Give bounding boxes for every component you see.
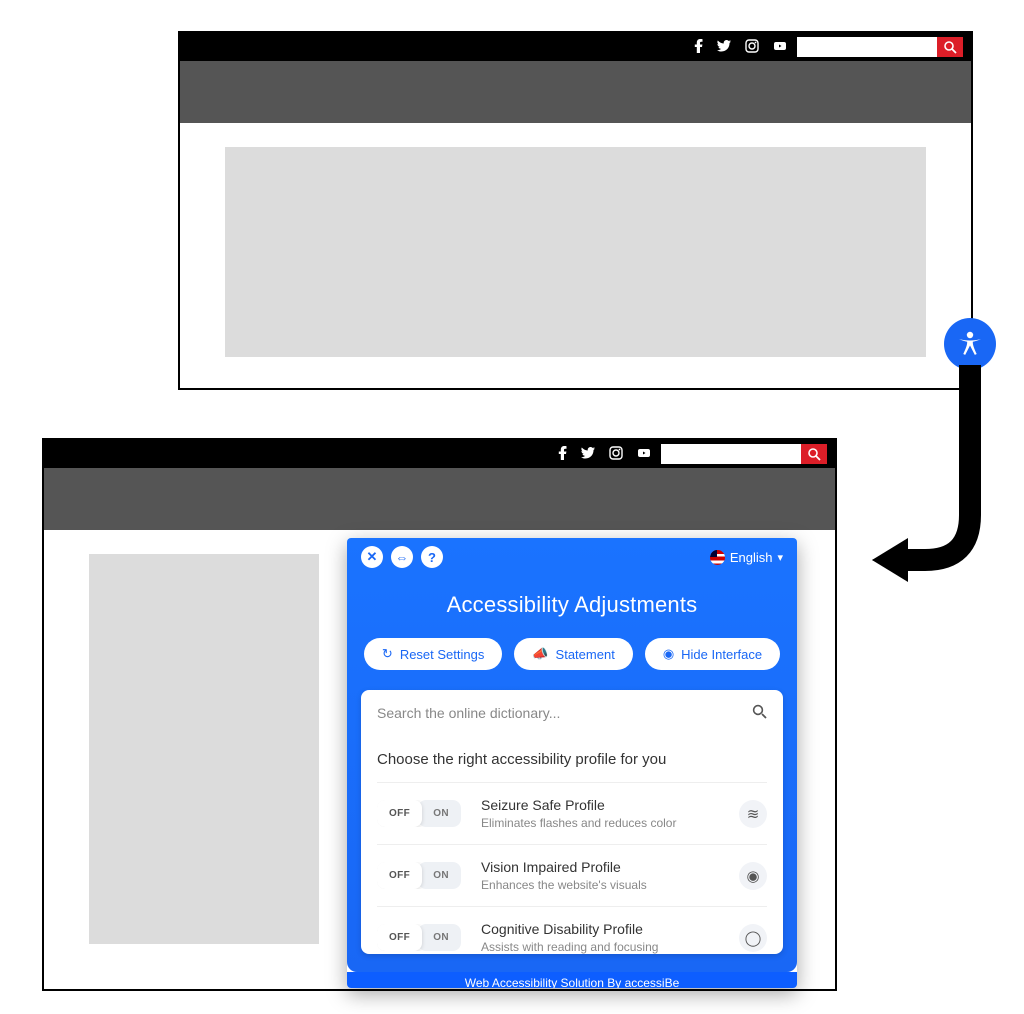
instagram-icon[interactable] <box>609 446 623 463</box>
waves-icon: ≋ <box>739 800 767 828</box>
instagram-icon[interactable] <box>745 39 759 56</box>
search-button[interactable] <box>801 444 827 464</box>
panel-header: ✕ ⇔ ? English ▾ Accessibility Adjustment… <box>347 538 797 972</box>
resize-icon: ⇔ <box>396 550 409 565</box>
toggle-vision[interactable]: OFF ON <box>377 862 461 889</box>
toggle-off: OFF <box>377 800 422 827</box>
toggle-off: OFF <box>377 862 422 889</box>
toggle-on: ON <box>418 924 461 951</box>
reset-settings-button[interactable]: ↻ Reset Settings <box>364 638 502 670</box>
dictionary-search-placeholder: Search the online dictionary... <box>377 705 560 721</box>
twitter-icon[interactable] <box>717 39 731 55</box>
toggle-off: OFF <box>377 924 422 951</box>
toggle-seizure[interactable]: OFF ON <box>377 800 461 827</box>
profiles-heading: Choose the right accessibility profile f… <box>377 737 767 782</box>
close-icon: ✕ <box>367 549 378 565</box>
refresh-icon: ↻ <box>382 646 393 662</box>
nav-bar <box>44 468 835 530</box>
dictionary-search[interactable]: Search the online dictionary... <box>377 704 767 737</box>
twitter-icon[interactable] <box>581 446 595 462</box>
search-icon <box>808 448 821 461</box>
statement-label: Statement <box>556 647 615 662</box>
toggle-cognitive[interactable]: OFF ON <box>377 924 461 951</box>
toggle-on: ON <box>418 800 461 827</box>
flag-us-icon <box>710 550 725 565</box>
search-bar <box>661 444 827 464</box>
search-input[interactable] <box>661 444 801 464</box>
toggle-on: ON <box>418 862 461 889</box>
facebook-icon[interactable] <box>694 39 703 56</box>
profile-desc: Enhances the website's visuals <box>481 878 647 892</box>
nav-bar <box>180 61 971 123</box>
profile-row-seizure: OFF ON Seizure Safe Profile Eliminates f… <box>377 782 767 844</box>
browser-window-before <box>178 31 973 390</box>
facebook-icon[interactable] <box>558 446 567 463</box>
reset-label: Reset Settings <box>400 647 485 662</box>
help-icon: ? <box>428 550 436 565</box>
topbar <box>180 33 971 61</box>
megaphone-icon: 📣 <box>532 646 548 662</box>
language-label: English <box>730 550 773 565</box>
eye-icon: ◉ <box>739 862 767 890</box>
profile-row-cognitive: OFF ON Cognitive Disability Profile Assi… <box>377 906 767 954</box>
chat-icon: ◯ <box>739 924 767 952</box>
search-button[interactable] <box>937 37 963 57</box>
language-selector[interactable]: English ▾ <box>710 550 783 565</box>
search-bar <box>797 37 963 57</box>
eye-off-icon: ◉ <box>663 646 674 662</box>
close-button[interactable]: ✕ <box>361 546 383 568</box>
content-placeholder <box>89 554 319 944</box>
profile-title: Vision Impaired Profile <box>481 859 647 875</box>
topbar <box>44 440 835 468</box>
flow-arrow <box>860 355 1000 615</box>
panel-title: Accessibility Adjustments <box>361 592 783 618</box>
hide-label: Hide Interface <box>681 647 762 662</box>
search-icon <box>752 704 767 722</box>
content-placeholder <box>225 147 926 357</box>
profile-desc: Assists with reading and focusing <box>481 940 658 954</box>
resize-button[interactable]: ⇔ <box>391 546 413 568</box>
accessibility-panel: ✕ ⇔ ? English ▾ Accessibility Adjustment… <box>347 538 797 988</box>
panel-footer: Web Accessibility Solution By accessiBe <box>347 972 797 988</box>
content <box>180 123 971 381</box>
help-button[interactable]: ? <box>421 546 443 568</box>
social-icons <box>694 39 787 56</box>
statement-button[interactable]: 📣 Statement <box>514 638 632 670</box>
hide-interface-button[interactable]: ◉ Hide Interface <box>645 638 780 670</box>
profile-title: Seizure Safe Profile <box>481 797 676 813</box>
youtube-icon[interactable] <box>637 446 651 463</box>
profile-row-vision: OFF ON Vision Impaired Profile Enhances … <box>377 844 767 906</box>
search-icon <box>944 41 957 54</box>
youtube-icon[interactable] <box>773 39 787 56</box>
search-input[interactable] <box>797 37 937 57</box>
profile-title: Cognitive Disability Profile <box>481 921 658 937</box>
profile-desc: Eliminates flashes and reduces color <box>481 816 676 830</box>
panel-body: Search the online dictionary... Choose t… <box>361 690 783 954</box>
chevron-down-icon: ▾ <box>777 551 783 564</box>
social-icons <box>558 446 651 463</box>
